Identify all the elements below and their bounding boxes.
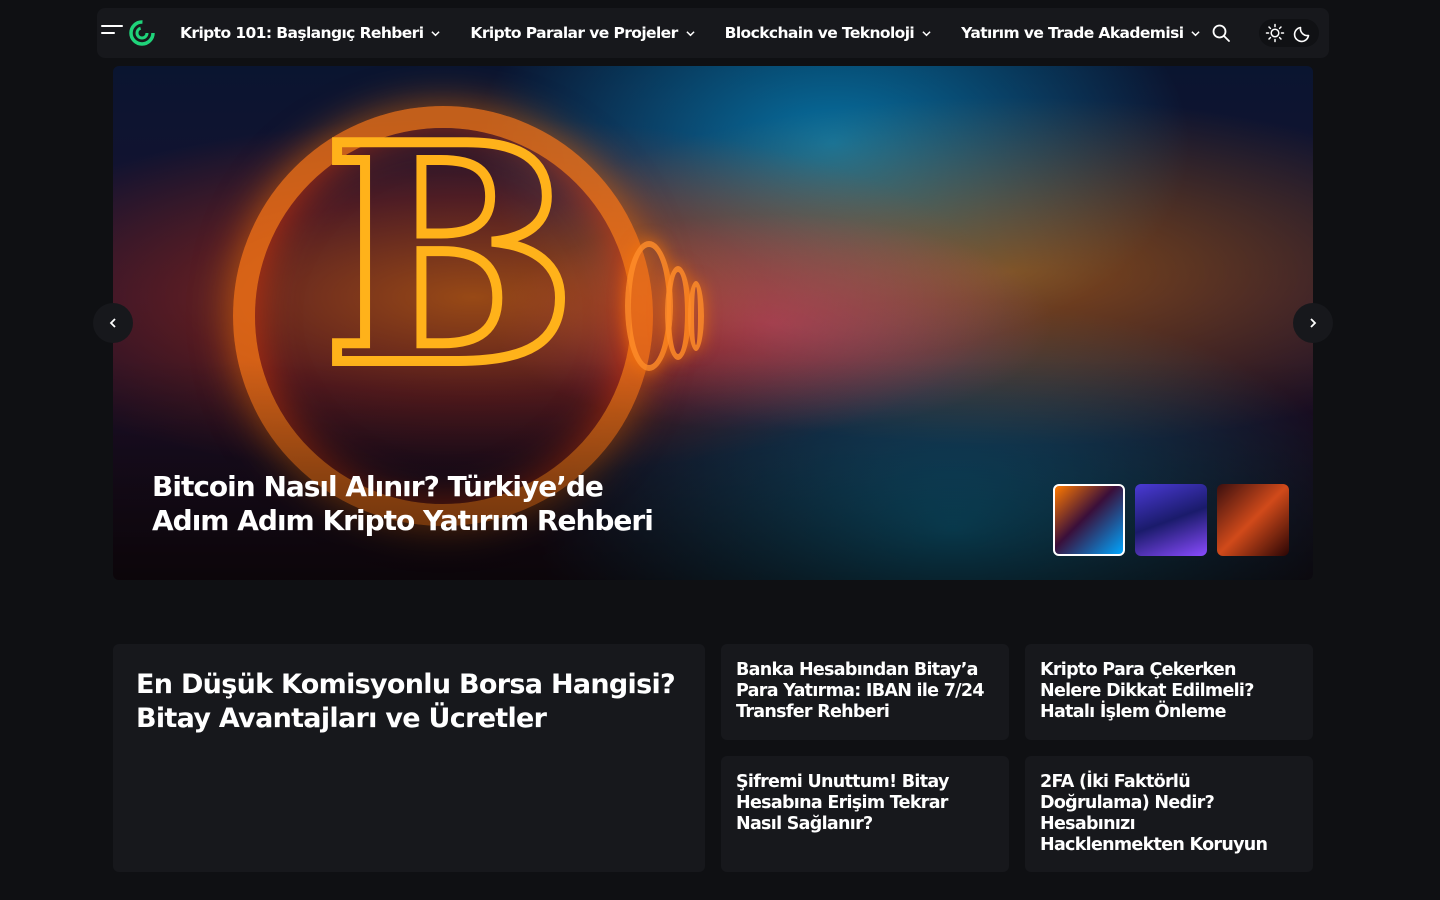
chevron-down-icon <box>686 30 695 36</box>
slider-thumbnail-1[interactable] <box>1053 484 1125 556</box>
moon-icon[interactable] <box>1293 23 1313 43</box>
chevron-left-icon <box>109 318 116 328</box>
nav-item-yatirim[interactable]: Yatırım ve Trade Akademisi <box>961 24 1201 42</box>
slider-thumbnail-3[interactable] <box>1217 484 1289 556</box>
nav-item-kripto-paralar[interactable]: Kripto Paralar ve Projeler <box>470 24 695 42</box>
slider-thumbnails <box>1053 484 1289 556</box>
hero-image-coin <box>688 281 704 351</box>
chevron-down-icon <box>922 30 931 36</box>
nav-item-kripto-101[interactable]: Kripto 101: Başlangıç Rehberi <box>180 24 441 42</box>
article-card[interactable]: Şifremi Unuttum! Bitay Hesabına Erişim T… <box>721 756 1009 872</box>
nav-item-blockchain[interactable]: Blockchain ve Teknoloji <box>725 24 932 42</box>
chevron-right-icon <box>1310 318 1317 328</box>
article-title: Şifremi Unuttum! Bitay Hesabına Erişim T… <box>736 772 949 834</box>
logo-icon[interactable] <box>128 19 156 47</box>
chevron-down-icon <box>431 30 441 36</box>
chevron-down-icon <box>1191 30 1201 36</box>
nav-item-label: Yatırım ve Trade Akademisi <box>961 24 1184 42</box>
featured-article-card[interactable]: En Düşük Komisyonlu Borsa Hangisi? Bitay… <box>113 644 705 872</box>
slider-thumbnail-2[interactable] <box>1135 484 1207 556</box>
article-title: En Düşük Komisyonlu Borsa Hangisi? Bitay… <box>136 669 676 734</box>
search-icon <box>1212 24 1230 42</box>
header-actions <box>1211 8 1319 58</box>
hero-title[interactable]: Bitcoin Nasıl Alınır? Türkiye’de Adım Ad… <box>152 470 672 538</box>
article-title: Banka Hesabından Bitay’a Para Yatırma: I… <box>736 660 985 722</box>
article-title: Kripto Para Çekerken Nelere Dikkat Edilm… <box>1040 660 1254 722</box>
theme-toggle[interactable] <box>1259 19 1319 47</box>
nav-item-label: Kripto Paralar ve Projeler <box>470 24 678 42</box>
nav-item-label: Blockchain ve Teknoloji <box>724 24 915 42</box>
article-card[interactable]: Kripto Para Çekerken Nelere Dikkat Edilm… <box>1025 644 1313 740</box>
main-nav: Kripto 101: Başlangıç Rehberi Kripto Par… <box>180 8 1230 58</box>
top-navigation-bar: Kripto 101: Başlangıç Rehberi Kripto Par… <box>97 8 1329 58</box>
slider-prev-button[interactable] <box>93 303 133 343</box>
article-card[interactable]: 2FA (İki Faktörlü Doğrulama) Nedir? Hesa… <box>1025 756 1313 872</box>
slider-next-button[interactable] <box>1293 303 1333 343</box>
search-button[interactable] <box>1211 23 1231 43</box>
article-card[interactable]: Banka Hesabından Bitay’a Para Yatırma: I… <box>721 644 1009 740</box>
menu-icon[interactable] <box>101 25 123 41</box>
hero-slider[interactable]: B Bitcoin Nasıl Alınır? Türkiye’de Adım … <box>113 66 1313 580</box>
sun-icon[interactable] <box>1265 23 1285 43</box>
article-title: 2FA (İki Faktörlü Doğrulama) Nedir? Hesa… <box>1040 772 1268 855</box>
nav-item-label: Kripto 101: Başlangıç Rehberi <box>180 24 424 42</box>
